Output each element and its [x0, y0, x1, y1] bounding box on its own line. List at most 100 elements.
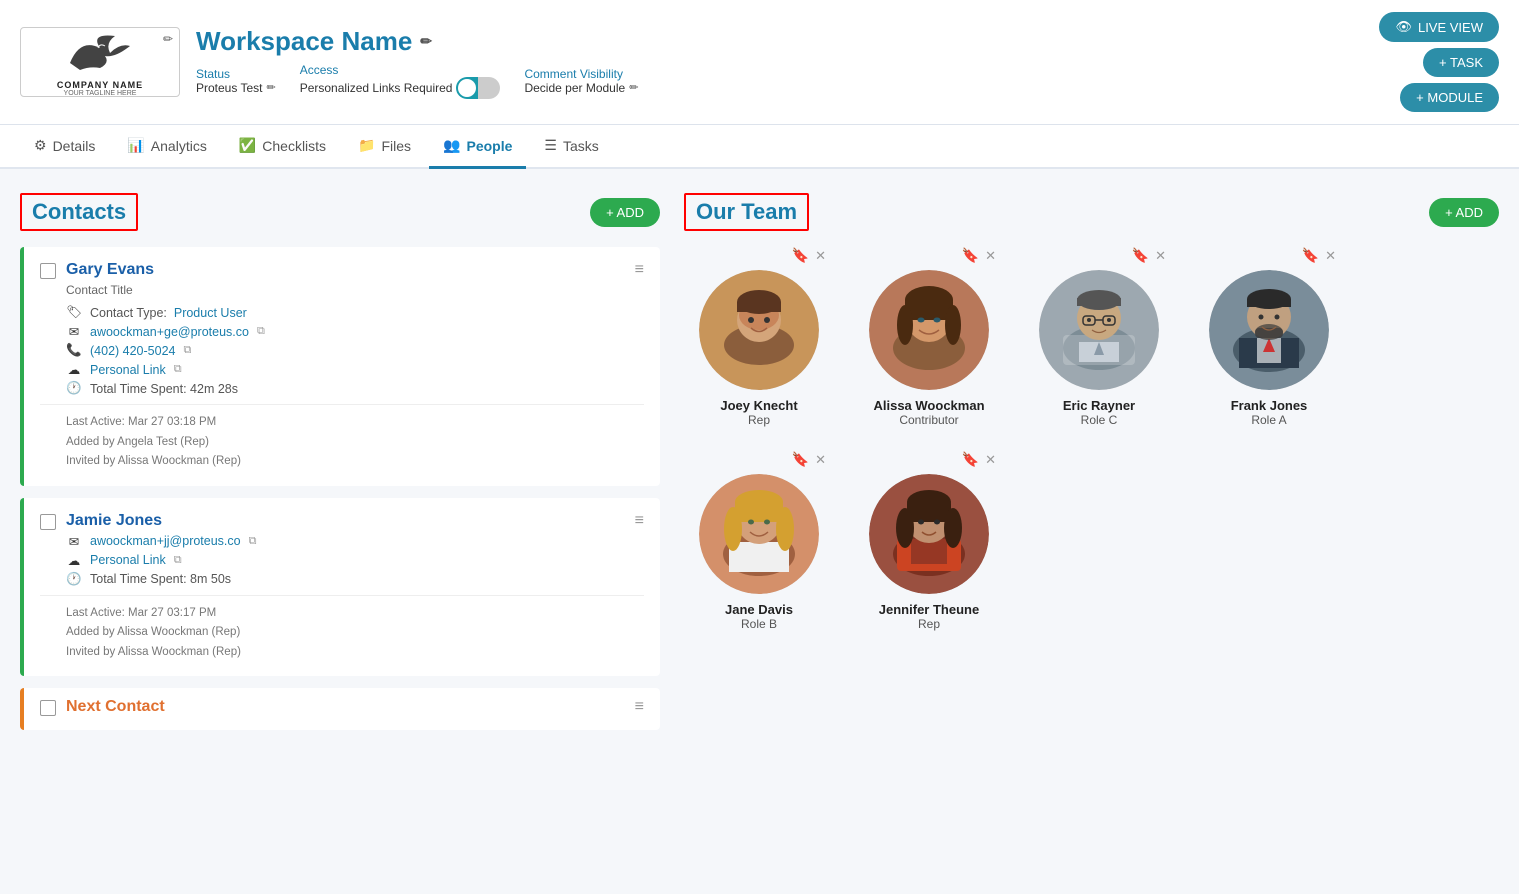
eric-name: Eric Rayner	[1063, 398, 1135, 413]
company-logo: COMPANY NAME YOUR TAGLINE HERE	[57, 28, 143, 97]
logo-edit-icon[interactable]: ✏	[163, 32, 173, 46]
workspace-edit-icon[interactable]: ✏	[420, 33, 432, 50]
jennifer-role: Rep	[918, 617, 940, 631]
eric-bookmark-icon[interactable]: 🔖	[1132, 247, 1149, 264]
nav-tabs: ⚙ Details 📊 Analytics ✅ Checklists 📁 Fil…	[0, 125, 1519, 169]
jane-remove-icon[interactable]: ✕	[815, 452, 826, 468]
checklists-icon: ✅	[239, 137, 256, 154]
jamie-jones-header: Jamie Jones ≡	[40, 512, 644, 530]
alissa-avatar	[869, 270, 989, 390]
contacts-title: Contacts	[20, 193, 138, 231]
comment-value: Decide per Module ✏	[524, 81, 638, 95]
cloud-icon: ☁	[66, 362, 82, 377]
header-right: 👁 LIVE VIEW + TASK + MODULE	[1379, 12, 1499, 112]
next-contact-header-left: Next Contact	[40, 698, 165, 716]
files-icon: 📁	[358, 137, 375, 154]
joey-name: Joey Knecht	[720, 398, 797, 413]
next-contact-checkbox[interactable]	[40, 700, 56, 716]
jamie-jones-email-row: ✉ awoockman+jj@proteus.co ⧉	[66, 534, 644, 549]
toggle-switch[interactable]	[456, 77, 500, 99]
jennifer-remove-icon[interactable]: ✕	[985, 452, 996, 468]
our-team-add-button[interactable]: + ADD	[1429, 198, 1499, 227]
jamie-jones-menu-icon[interactable]: ≡	[635, 512, 644, 530]
tag-icon: 🏷	[66, 305, 82, 320]
team-member-alissa-woockman: 🔖 ✕	[854, 247, 1004, 427]
phone-copy-icon[interactable]: ⧉	[183, 344, 191, 357]
jennifer-bookmark-icon[interactable]: 🔖	[962, 451, 979, 468]
tab-details[interactable]: ⚙ Details	[20, 125, 109, 169]
jane-actions: 🔖 ✕	[684, 451, 834, 468]
comment-edit-icon[interactable]: ✏	[629, 81, 638, 94]
our-team-header: Our Team + ADD	[684, 193, 1499, 231]
team-row-1: 🔖 ✕	[684, 247, 1499, 427]
frank-actions: 🔖 ✕	[1194, 247, 1344, 264]
jane-name: Jane Davis	[725, 602, 793, 617]
phone-icon: 📞	[66, 343, 82, 358]
contact-card-next: Next Contact ≡	[20, 688, 660, 730]
status-label: Status	[196, 67, 276, 81]
gary-evans-details: 🏷 Contact Type: Product User ✉ awoockman…	[66, 305, 644, 396]
tab-tasks[interactable]: ☰ Tasks	[530, 125, 612, 169]
gary-evans-email-row: ✉ awoockman+ge@proteus.co ⧉	[66, 324, 644, 339]
jane-avatar	[699, 474, 819, 594]
jamie-email-copy-icon[interactable]: ⧉	[249, 535, 257, 548]
joey-remove-icon[interactable]: ✕	[815, 248, 826, 264]
live-view-button[interactable]: 👁 LIVE VIEW	[1379, 12, 1499, 42]
page-header: ✏ COMPANY NAME YOUR TAGLINE HERE Workspa…	[0, 0, 1519, 125]
gary-evans-header: Gary Evans ≡	[40, 261, 644, 279]
alissa-remove-icon[interactable]: ✕	[985, 248, 996, 264]
gary-evans-phone-row: 📞 (402) 420-5024 ⧉	[66, 343, 644, 358]
gary-evans-checkbox[interactable]	[40, 263, 56, 279]
contacts-header: Contacts + ADD	[20, 193, 660, 231]
workspace-title-row: Workspace Name ✏	[196, 26, 638, 57]
jamie-jones-header-left: Jamie Jones	[40, 512, 162, 530]
team-row-2: 🔖 ✕	[684, 451, 1499, 631]
company-logo-box: ✏ COMPANY NAME YOUR TAGLINE HERE	[20, 27, 180, 97]
tab-checklists[interactable]: ✅ Checklists	[225, 125, 340, 169]
add-module-button[interactable]: + MODULE	[1400, 83, 1499, 112]
add-task-button[interactable]: + TASK	[1423, 48, 1499, 77]
email-icon-2: ✉	[66, 534, 82, 549]
team-member-jane-davis: 🔖 ✕	[684, 451, 834, 631]
people-icon: 👥	[443, 137, 460, 154]
eric-remove-icon[interactable]: ✕	[1155, 248, 1166, 264]
gary-evans-meta: Last Active: Mar 27 03:18 PM Added by An…	[66, 413, 644, 472]
alissa-actions: 🔖 ✕	[854, 247, 1004, 264]
frank-remove-icon[interactable]: ✕	[1325, 248, 1336, 264]
link-copy-icon[interactable]: ⧉	[174, 363, 182, 376]
joey-bookmark-icon[interactable]: 🔖	[792, 247, 809, 264]
comment-meta: Comment Visibility Decide per Module ✏	[524, 67, 638, 95]
contacts-add-button[interactable]: + ADD	[590, 198, 660, 227]
eric-avatar	[1039, 270, 1159, 390]
next-contact-header: Next Contact ≡	[40, 698, 644, 716]
alissa-bookmark-icon[interactable]: 🔖	[962, 247, 979, 264]
next-contact-menu-icon[interactable]: ≡	[635, 698, 644, 716]
gary-evans-menu-icon[interactable]: ≡	[635, 261, 644, 279]
status-edit-icon[interactable]: ✏	[266, 81, 275, 94]
jane-bookmark-icon[interactable]: 🔖	[792, 451, 809, 468]
jamie-link-copy-icon[interactable]: ⧉	[174, 554, 182, 567]
access-meta: Access Personalized Links Required	[300, 63, 501, 99]
our-team-title: Our Team	[684, 193, 809, 231]
main-content: Contacts + ADD Gary Evans ≡ Contact Titl…	[0, 169, 1519, 894]
email-copy-icon[interactable]: ⧉	[257, 325, 265, 338]
tab-files[interactable]: 📁 Files	[344, 125, 425, 169]
access-value: Personalized Links Required	[300, 77, 501, 99]
access-toggle[interactable]	[456, 77, 500, 99]
jamie-jones-checkbox[interactable]	[40, 514, 56, 530]
tab-people[interactable]: 👥 People	[429, 125, 526, 169]
frank-bookmark-icon[interactable]: 🔖	[1302, 247, 1319, 264]
tasks-icon: ☰	[544, 137, 557, 154]
team-member-frank-jones: 🔖 ✕	[1194, 247, 1344, 427]
alissa-role: Contributor	[899, 413, 958, 427]
eric-role: Role C	[1081, 413, 1118, 427]
gary-evans-time-row: 🕐 Total Time Spent: 42m 28s	[66, 381, 644, 396]
contact-card-jamie-jones: Jamie Jones ≡ ✉ awoockman+jj@proteus.co …	[20, 498, 660, 677]
email-icon: ✉	[66, 324, 82, 339]
tab-analytics[interactable]: 📊 Analytics	[113, 125, 220, 169]
analytics-icon: 📊	[127, 137, 144, 154]
team-member-joey-knecht: 🔖 ✕	[684, 247, 834, 427]
gary-evans-link-row: ☁ Personal Link ⧉	[66, 362, 644, 377]
access-label: Access	[300, 63, 501, 77]
joey-avatar	[699, 270, 819, 390]
